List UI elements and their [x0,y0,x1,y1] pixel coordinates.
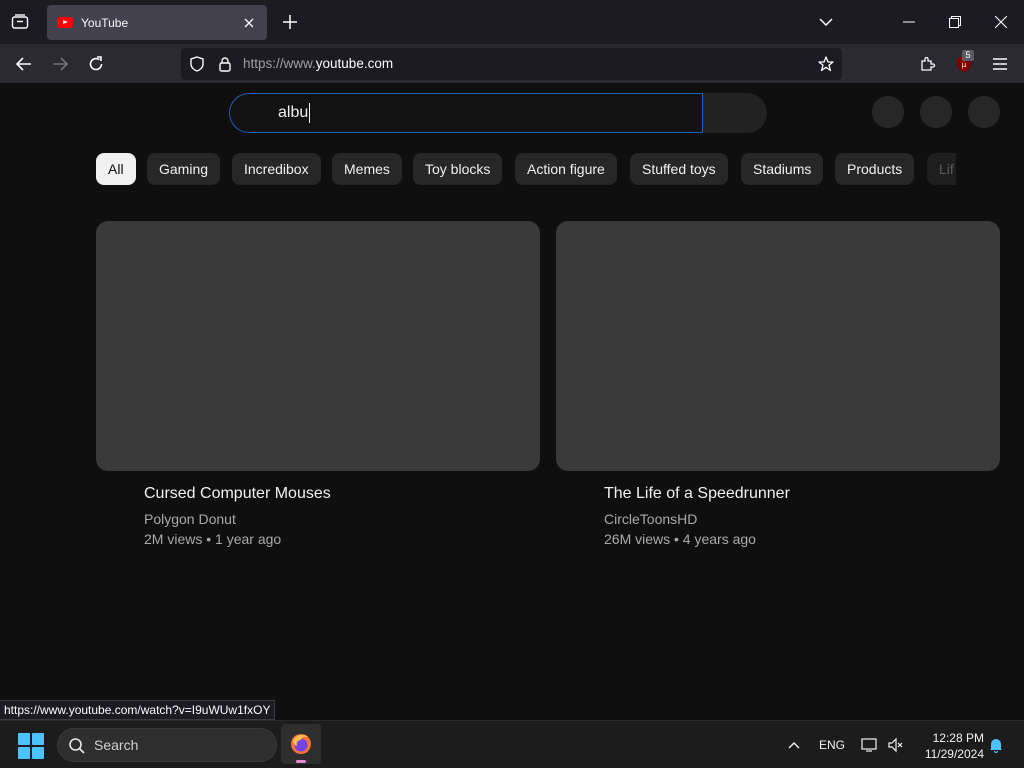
chip-stadiums[interactable]: Stadiums [741,153,824,185]
minimize-window-icon[interactable] [895,8,923,36]
search-icon [69,738,85,754]
reload-icon[interactable] [84,52,108,76]
browser-navbar: https://www.youtube.com μ [0,44,1024,84]
close-window-icon[interactable] [987,8,1015,36]
video-card[interactable]: Cursed Computer Mouses Polygon Donut 2M … [96,221,540,547]
restore-window-icon[interactable] [941,8,969,36]
show-hidden-icons-chevron-up-icon[interactable] [784,735,804,755]
video-title[interactable]: The Life of a Speedrunner [604,485,790,503]
youtube-favicon-icon [57,17,73,28]
volume-muted-icon[interactable] [886,735,906,755]
chip-action-figure[interactable]: Action figure [515,153,617,185]
video-meta: 2M views • 1 year ago [144,531,282,547]
new-tab-plus-icon[interactable] [278,10,302,34]
youtube-search-button[interactable] [703,93,767,133]
clock-time: 12:28 PM [932,731,984,745]
taskbar-search-label: Search [94,737,139,753]
chip-stuffed-toys[interactable]: Stuffed toys [630,153,728,185]
url-domain: youtube.com [315,56,394,71]
svg-text:μ: μ [962,61,967,69]
link-status-url: https://www.youtube.com/watch?v=I9uWUw1f… [0,700,276,720]
extensions-puzzle-icon[interactable] [916,52,940,76]
running-app-indicator [296,760,306,763]
chip-incredibox[interactable]: Incredibox [232,153,321,185]
category-chips-bar: All Gaming Incredibox Memes Toy blocks A… [96,153,956,185]
notification-bell-icon[interactable] [986,735,1006,755]
video-meta: 26M views • 4 years ago [604,531,756,547]
header-action-placeholder-1[interactable] [872,96,904,128]
browser-tabstrip: YouTube [0,0,1024,44]
chip-products[interactable]: Products [835,153,915,185]
url-text: https://www.youtube.com [243,56,393,71]
tab-title: YouTube [81,15,129,30]
close-tab-icon[interactable] [241,15,257,31]
chip-gaming[interactable]: Gaming [147,153,221,185]
chip-partial[interactable]: Lif [927,153,956,185]
video-thumbnail[interactable] [556,221,1000,471]
tracking-protection-shield-icon[interactable] [189,56,205,72]
windows-taskbar: Search ENG 12:28 PM 11/29/2024 [0,720,1024,768]
bookmark-star-icon[interactable] [818,56,834,72]
tab-list-icon[interactable] [8,10,32,34]
clock-date: 11/29/2024 [924,747,984,761]
chip-toy-blocks[interactable]: Toy blocks [413,153,503,185]
youtube-search-input[interactable]: albu [229,93,703,133]
chip-all[interactable]: All [96,153,136,185]
network-display-icon[interactable] [860,735,880,755]
list-all-tabs-chevron-down-icon[interactable] [814,10,838,34]
taskbar-search-box[interactable]: Search [57,728,277,762]
back-arrow-icon[interactable] [12,52,36,76]
youtube-page: albu All Gaming Incredibox Memes Toy blo… [0,85,1024,719]
video-channel[interactable]: CircleToonsHD [604,511,697,527]
video-channel[interactable]: Polygon Donut [144,511,236,527]
address-bar[interactable]: https://www.youtube.com [181,48,842,80]
url-prefix: https://www. [243,56,316,71]
video-thumbnail[interactable] [96,221,540,471]
browser-tab-youtube[interactable]: YouTube [47,5,267,40]
extension-badge-count: 5 [962,50,974,61]
header-action-placeholder-2[interactable] [920,96,952,128]
chip-memes[interactable]: Memes [332,153,402,185]
input-language[interactable]: ENG [819,738,845,752]
firefox-taskbar-icon[interactable] [281,724,321,764]
hamburger-menu-icon[interactable] [988,52,1012,76]
video-title[interactable]: Cursed Computer Mouses [144,485,331,503]
windows-start-icon[interactable] [18,733,44,759]
taskbar-clock[interactable]: 12:28 PM 11/29/2024 [910,730,984,762]
text-caret [309,103,310,123]
search-input-value: albu [278,104,309,121]
video-card[interactable]: The Life of a Speedrunner CircleToonsHD … [556,221,1000,547]
forward-arrow-icon[interactable] [48,52,72,76]
padlock-icon[interactable] [217,56,233,72]
avatar[interactable] [968,96,1000,128]
